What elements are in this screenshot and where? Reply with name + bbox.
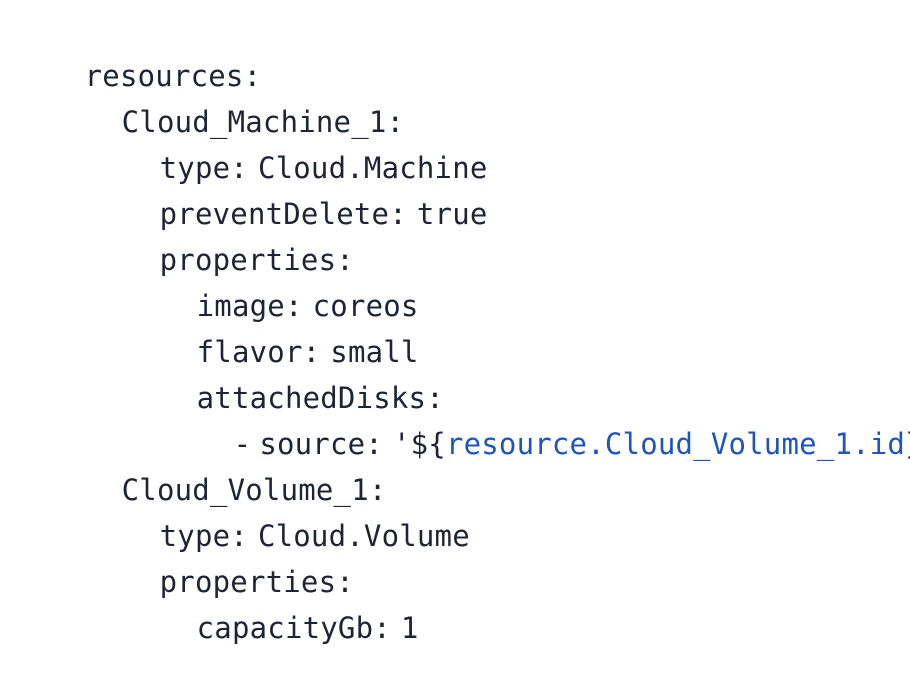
capacity-value: 1 xyxy=(400,611,419,645)
code-line-source: -source:'${resource.Cloud_Volume_1.id}' xyxy=(163,375,910,461)
code-line-volume-type: type: Cloud.Volume xyxy=(89,467,470,553)
capacity-key: capacityGb xyxy=(196,611,374,645)
prevent-delete-value: true xyxy=(416,197,488,231)
colon: : xyxy=(373,611,391,645)
source-open: '${ xyxy=(392,427,446,461)
code-line-machine-properties: properties: xyxy=(89,191,354,277)
colon: : xyxy=(389,197,407,231)
source-close: }' xyxy=(905,427,910,461)
code-line-machine-name: Cloud_Machine_1: xyxy=(51,53,404,139)
code-line-attached-disks: attachedDisks: xyxy=(126,329,444,415)
code-line-resources: resources: xyxy=(14,7,261,93)
yaml-code-block: resources: Cloud_Machine_1: type: Cloud.M… xyxy=(0,0,910,645)
code-line-capacity: capacityGb: 1 xyxy=(126,559,419,645)
code-line-volume-name: Cloud_Volume_1: xyxy=(51,421,387,507)
code-line-volume-properties: properties: xyxy=(89,513,354,599)
code-line-prevent-delete: preventDelete: true xyxy=(89,145,488,231)
source-reference: resource.Cloud_Volume_1.id xyxy=(445,427,906,461)
code-line-machine-type: type: Cloud.Machine xyxy=(89,99,488,185)
code-line-flavor: flavor: small xyxy=(126,283,419,369)
code-line-image: image: coreos xyxy=(126,237,419,323)
